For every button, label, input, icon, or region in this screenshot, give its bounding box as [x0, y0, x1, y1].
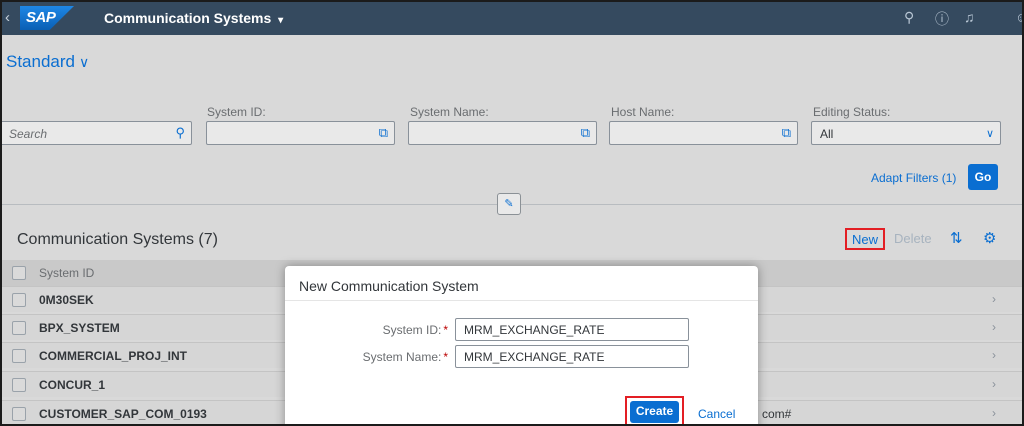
value-help-icon[interactable]: ⧉	[782, 125, 791, 141]
system-name-filter-input[interactable]: ⧉	[408, 121, 597, 145]
chevron-right-icon[interactable]: ›	[992, 348, 996, 362]
required-marker: *	[443, 350, 448, 364]
row-system-id: COMMERCIAL_PROJ_INT	[39, 349, 188, 363]
filter-label-editing-status: Editing Status:	[813, 105, 891, 119]
pin-icon[interactable]: ✎	[497, 193, 521, 215]
editing-status-value: All	[820, 127, 834, 141]
row-checkbox[interactable]	[12, 321, 26, 335]
host-name-filter-input[interactable]: ⧉	[609, 121, 798, 145]
search-icon[interactable]: ⚲	[175, 125, 185, 141]
chevron-right-icon[interactable]: ›	[992, 320, 996, 334]
chevron-down-icon: ∨	[79, 54, 90, 70]
chevron-right-icon[interactable]: ›	[992, 377, 996, 391]
filter-label-system-name: System Name:	[410, 105, 489, 119]
caret-down-icon: ▾	[278, 15, 284, 26]
system-id-input[interactable]: MRM_EXCHANGE_RATE	[455, 318, 689, 341]
filter-label-system-id: System ID:	[207, 105, 266, 119]
value-help-icon[interactable]: ⧉	[379, 125, 388, 141]
dialog-divider	[285, 300, 758, 301]
row-system-id: BPX_SYSTEM	[39, 321, 120, 335]
row-checkbox[interactable]	[12, 407, 26, 421]
table-title: Communication Systems (7)	[17, 231, 218, 248]
user-icon[interactable]: ☺	[1015, 9, 1022, 25]
new-button[interactable]: New	[845, 228, 886, 250]
go-button[interactable]: Go	[968, 164, 998, 190]
required-marker: *	[443, 323, 448, 337]
variant-label: Standard	[6, 52, 75, 71]
row-system-id: CONCUR_1	[39, 378, 106, 392]
system-name-input[interactable]: MRM_EXCHANGE_RATE	[455, 345, 689, 368]
variant-selector[interactable]: Standard ∨	[6, 52, 89, 72]
cancel-button[interactable]: Cancel	[698, 407, 735, 421]
system-name-label: System Name: *	[288, 350, 448, 364]
row-system-id: 0M30SEK	[39, 293, 94, 307]
shell-bar: ‹ SAP Communication Systems ▾ ⚲ ⓘ ♫ ☺	[2, 2, 1022, 35]
row-checkbox[interactable]	[12, 349, 26, 363]
filter-label-host-name: Host Name:	[611, 105, 675, 119]
delete-button[interactable]: Delete	[894, 231, 932, 246]
sort-icon[interactable]: ⇅	[950, 229, 963, 247]
system-id-label: System ID: *	[288, 323, 448, 337]
row-checkbox[interactable]	[12, 293, 26, 307]
gear-icon[interactable]: ⚙	[983, 229, 996, 247]
app-frame: ‹ SAP Communication Systems ▾ ⚲ ⓘ ♫ ☺ St…	[0, 0, 1024, 426]
chevron-down-icon: ∨	[985, 128, 994, 140]
editing-status-select[interactable]: All ∨	[811, 121, 1001, 145]
dialog-title: New Communication System	[299, 278, 479, 294]
chevron-right-icon[interactable]: ›	[992, 292, 996, 306]
back-icon[interactable]: ‹	[5, 9, 10, 26]
select-all-checkbox[interactable]	[12, 266, 26, 280]
column-header-system-id[interactable]: System ID	[39, 266, 94, 280]
logo-text: SAP	[26, 9, 56, 26]
bell-icon[interactable]: ♫	[964, 9, 975, 25]
search-input[interactable]: Search ⚲	[2, 121, 192, 145]
value-help-icon[interactable]: ⧉	[581, 125, 590, 141]
search-icon[interactable]: ⚲	[904, 9, 914, 26]
app-title-menu[interactable]: Communication Systems ▾	[104, 10, 283, 26]
search-placeholder: Search	[9, 127, 48, 141]
adapt-filters-link[interactable]: Adapt Filters (1)	[871, 171, 956, 185]
create-button[interactable]: Create	[630, 401, 679, 423]
row-checkbox[interactable]	[12, 378, 26, 392]
system-id-label-text: System ID:	[382, 323, 442, 337]
system-id-filter-input[interactable]: ⧉	[206, 121, 395, 145]
create-button-highlight: Create	[625, 396, 684, 424]
chevron-right-icon[interactable]: ›	[992, 406, 996, 420]
system-name-label-text: System Name:	[362, 350, 442, 364]
row-system-id: CUSTOMER_SAP_COM_0193	[39, 407, 207, 421]
new-communication-system-dialog: New Communication System System ID: * MRM…	[285, 266, 758, 424]
row-host-name: com#	[762, 407, 792, 421]
app-title: Communication Systems	[104, 10, 272, 26]
help-icon[interactable]: ⓘ	[935, 9, 949, 29]
sap-logo[interactable]: SAP	[20, 6, 74, 30]
